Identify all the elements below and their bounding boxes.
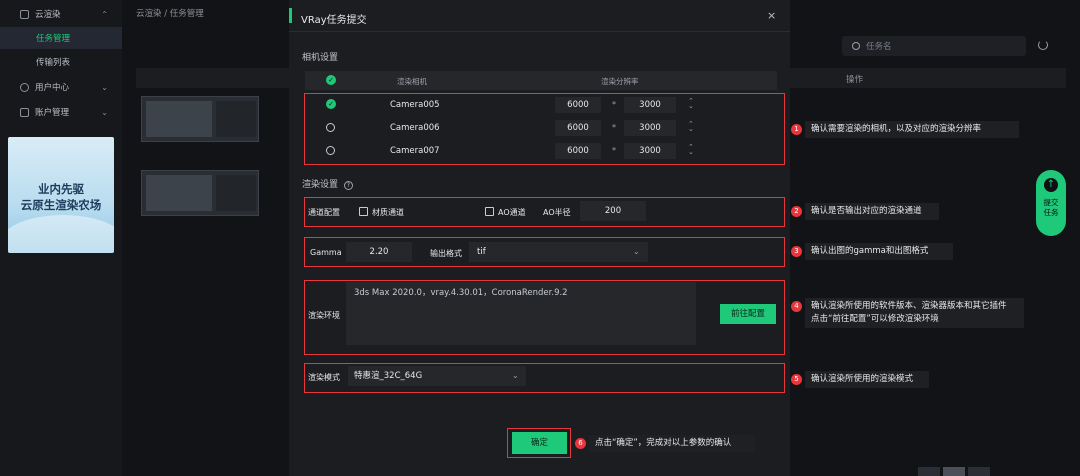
sidebar-item-label: 传输列表 [36,58,71,68]
annotation-number: 2 [791,206,802,217]
pagination-item[interactable] [918,467,940,476]
highlight-box-2 [304,197,785,227]
refresh-icon[interactable] [1038,40,1048,50]
chevron-up-icon: ⌃ [101,9,108,19]
promo-line: 业内先驱 [38,182,84,196]
plus-icon: ↑ [1044,178,1058,192]
header-resolution: 渲染分辨率 [601,77,639,86]
pagination-item[interactable] [968,467,990,476]
annotation-text: 确认渲染所使用的软件版本、渲染器版本和其它插件 点击“前往配置”可以修改渲染环境 [805,298,1024,328]
promo-text: 业内先驱 云原生渲染农场 [8,181,114,213]
task-thumbnail[interactable] [141,96,259,142]
promo-wave-graphic [8,215,114,253]
sidebar-item-task-management[interactable]: 任务管理 [0,27,122,49]
submit-task-button[interactable]: ↑ 提交任务 [1036,170,1066,236]
user-icon [20,82,29,92]
select-all-check-icon[interactable]: ✓ [326,75,336,85]
task-thumbnail[interactable] [141,170,259,216]
dialog-title: VRay任务提交 [301,15,367,26]
annotation-text: 确认需要渲染的相机，以及对应的渲染分辨率 [805,121,1019,138]
chevron-down-icon: ⌄ [101,107,108,117]
camera-section-title: 相机设置 [302,53,339,63]
help-icon[interactable]: ? [343,181,353,190]
annotation-text: 点击“确定”，完成对以上参数的确认 [589,435,755,452]
sidebar-item-cloud-render[interactable]: 云渲染 ⌃ [0,3,122,25]
annotation-number: 4 [791,301,802,312]
cloud-render-icon [20,9,29,19]
title-accent [289,8,292,23]
promo-banner[interactable]: 业内先驱 云原生渲染农场 [8,137,114,253]
sidebar-item-label: 云渲染 [35,10,61,20]
account-icon [20,107,29,117]
annotation-number: 1 [791,124,802,135]
chevron-down-icon: ⌄ [101,82,108,92]
highlight-box-1 [304,93,785,165]
render-section-title: 渲染设置 ? [302,177,353,190]
header-camera: 渲染相机 [397,77,427,86]
highlight-box-6 [507,428,571,458]
submit-task-label: 提交任务 [1043,198,1059,217]
annotation-number: 3 [791,246,802,257]
sidebar-item-label: 任务管理 [36,34,71,44]
breadcrumb: 云渲染 / 任务管理 [136,9,204,19]
promo-line: 云原生渲染农场 [20,198,102,212]
search-icon [852,42,860,50]
annotation-text: 确认出图的gamma和出图格式 [805,243,953,260]
divider [289,31,790,32]
highlight-box-5 [304,363,785,393]
sidebar-item-user-center[interactable]: 用户中心 ⌄ [0,76,122,98]
sidebar-item-transfer-list[interactable]: 传输列表 [0,51,122,73]
annotation-number: 6 [575,438,586,449]
sidebar-item-label: 账户管理 [35,108,70,118]
close-icon[interactable]: × [767,9,776,22]
table-header-operation: 操作 [846,75,864,85]
render-section-label: 渲染设置 [302,180,339,190]
annotation-number: 5 [791,374,802,385]
camera-table-header: ✓ 渲染相机 渲染分辨率 [305,71,777,90]
sidebar-item-account-management[interactable]: 账户管理 ⌄ [0,101,122,123]
annotation-text: 确认是否输出对应的渲染通道 [805,203,939,220]
pagination-item-active[interactable] [943,467,965,476]
search-placeholder: 任务名 [866,42,892,52]
highlight-box-4 [304,280,785,355]
annotation-line: 确认渲染所使用的软件版本、渲染器版本和其它插件 [811,301,1007,311]
sidebar-item-label: 用户中心 [35,83,70,93]
highlight-box-3 [304,237,785,267]
annotation-text: 确认渲染所使用的渲染模式 [805,371,929,388]
sidebar: 云渲染 ⌃ 任务管理 传输列表 用户中心 ⌄ 账户管理 ⌄ 业内先驱 云原生渲染… [0,0,122,476]
search-input[interactable]: 任务名 [842,36,1026,56]
annotation-line: 点击“前往配置”可以修改渲染环境 [811,314,939,324]
